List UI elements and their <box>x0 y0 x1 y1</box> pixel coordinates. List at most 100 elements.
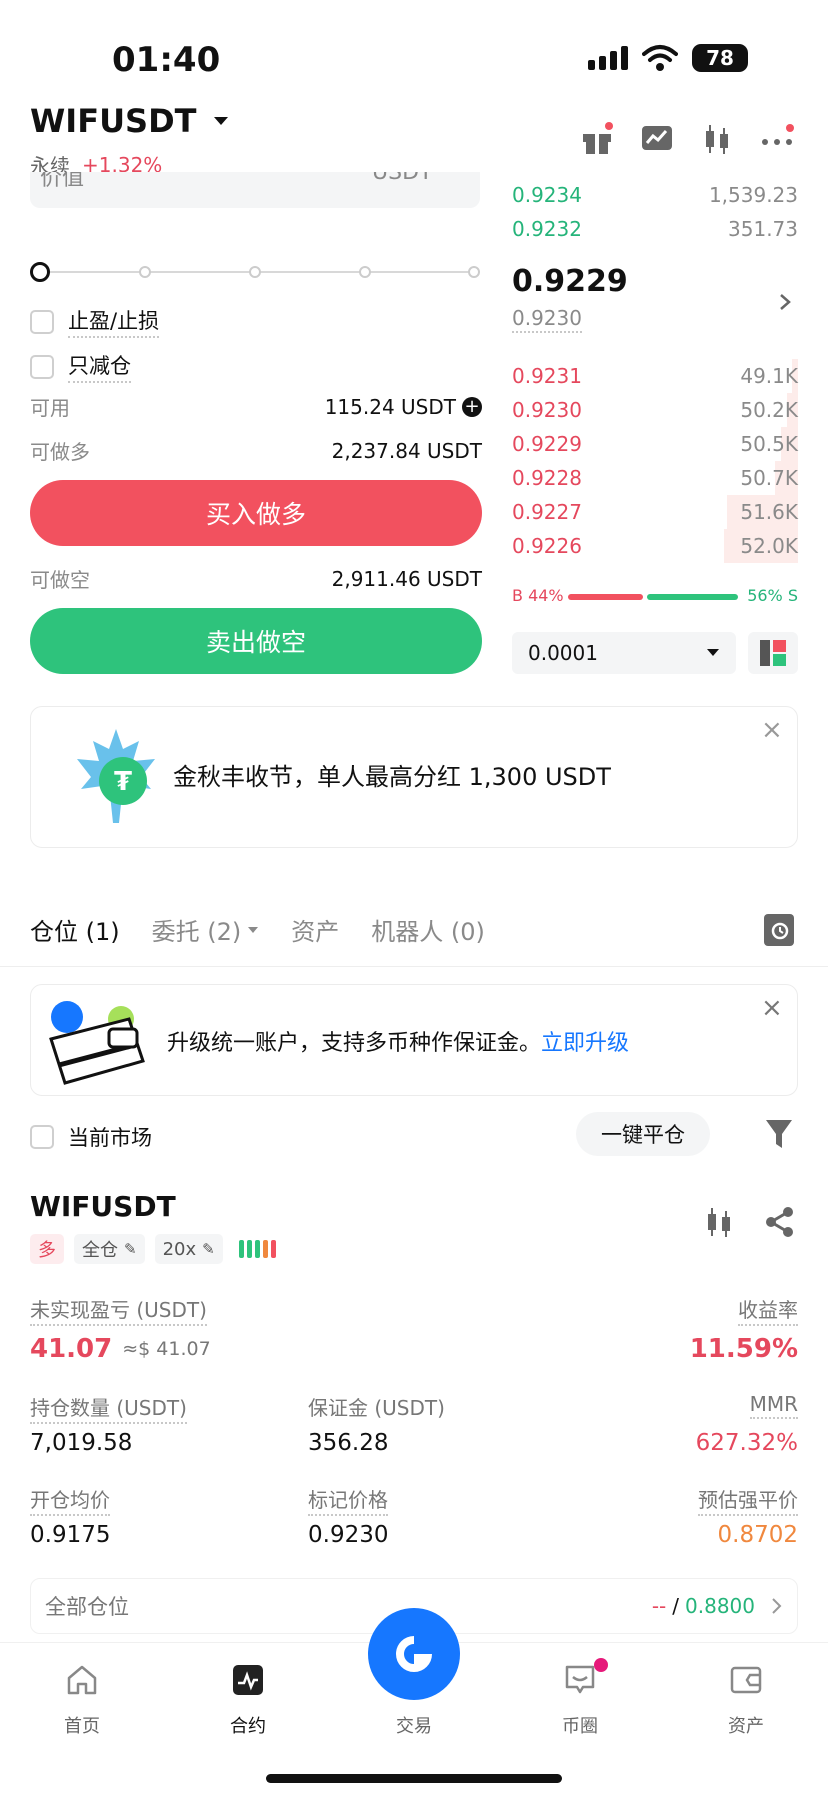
leverage-slider[interactable] <box>30 262 480 282</box>
close-all-label: 一键平仓 <box>601 1123 685 1147</box>
trade-icon <box>396 1636 432 1672</box>
bid-qty: 50.5K <box>740 432 798 456</box>
upgrade-link[interactable]: 立即升级 <box>541 1025 629 1057</box>
size-label: 持仓数量 (USDT) <box>30 1392 187 1424</box>
filter-icon[interactable] <box>764 1118 794 1150</box>
bid-row[interactable]: 0.9229 50.5K <box>512 427 798 461</box>
leverage-tag[interactable]: 20x ✎ <box>154 1234 223 1264</box>
ask-qty: 1,539.23 <box>708 183 798 207</box>
tp-sl-checkbox[interactable] <box>30 309 54 334</box>
chevron-right-icon[interactable] <box>778 292 792 312</box>
nav-home[interactable]: 首页 <box>32 1658 132 1738</box>
bid-qty: 50.7K <box>740 466 798 490</box>
can-short-row: 可做空 2,911.46 USDT <box>30 564 482 593</box>
bid-row[interactable]: 0.9230 50.2K <box>512 393 798 427</box>
promo-close-icon[interactable]: × <box>761 715 783 745</box>
margin-mode-tag[interactable]: 全仓 ✎ <box>74 1234 145 1264</box>
community-icon <box>565 1665 595 1694</box>
available-value: 115.24 USDT <box>324 394 456 419</box>
promo-banner[interactable]: ₮ 金秋丰收节，单人最高分红 1,300 USDT × <box>30 706 798 848</box>
unrealized-pnl: 41.07 ≈$ 41.07 <box>30 1334 211 1364</box>
tab-positions[interactable]: 仓位 (1) <box>30 912 120 947</box>
caret-down-icon <box>707 649 719 656</box>
reduce-only-checkbox[interactable] <box>30 354 54 379</box>
home-icon <box>67 1665 97 1695</box>
buy-long-button[interactable]: 买入做多 <box>30 480 482 546</box>
bid-qty: 49.1K <box>740 364 798 388</box>
close-all-button[interactable]: 一键平仓 <box>576 1112 710 1156</box>
bid-qty: 52.0K <box>740 534 798 558</box>
sl-value: 0.8800 <box>685 1594 755 1618</box>
available-label: 可用 <box>30 396 70 420</box>
gift-icon[interactable] <box>580 122 614 156</box>
mmr-label: MMR <box>749 1392 798 1419</box>
bid-row[interactable]: 0.9228 50.7K <box>512 461 798 495</box>
layout-icon <box>760 640 786 666</box>
upgrade-text: 升级统一账户，支持多币种作保证金。 <box>167 1031 542 1056</box>
bid-price: 0.9231 <box>512 364 582 388</box>
unrealized-pnl-label: 未实现盈亏 (USDT) <box>30 1294 207 1326</box>
mark-price-label: 标记价格 <box>308 1484 388 1516</box>
candlestick-icon[interactable] <box>704 1206 734 1238</box>
mmr-value: 627.32% <box>695 1430 798 1456</box>
notification-dot <box>594 1658 608 1672</box>
sell-short-label: 卖出做空 <box>205 628 306 657</box>
svg-text:₮: ₮ <box>114 767 132 797</box>
ask-row[interactable]: 0.9234 1,539.23 <box>512 178 798 212</box>
tab-assets[interactable]: 资产 <box>291 912 339 947</box>
bid-row[interactable]: 0.9226 52.0K <box>512 529 798 563</box>
precision-select[interactable]: 0.0001 <box>512 632 736 674</box>
bid-row[interactable]: 0.9231 49.1K <box>512 359 798 393</box>
symbol-selector[interactable]: WIFUSDT <box>30 102 230 140</box>
entry-label: 开仓均价 <box>30 1484 110 1516</box>
can-long-row: 可做多 2,237.84 USDT <box>30 436 482 465</box>
nav-assets[interactable]: 资产 <box>696 1658 796 1738</box>
wifi-icon <box>642 45 678 71</box>
risk-level-icon <box>238 1240 276 1258</box>
nav-trade-button[interactable] <box>368 1608 460 1700</box>
position-symbol[interactable]: WIFUSDT <box>30 1190 176 1223</box>
margin-mode-label: 全仓 <box>82 1240 118 1261</box>
current-market-checkbox[interactable] <box>30 1125 54 1149</box>
edit-icon: ✎ <box>124 1240 137 1258</box>
nav-community[interactable]: 币圈 <box>530 1658 630 1738</box>
tp-sl-option[interactable]: 止盈/止损 <box>30 305 160 338</box>
ask-price: 0.9234 <box>512 183 582 207</box>
candlestick-icon[interactable] <box>700 122 734 156</box>
margin-value: 356.28 <box>308 1430 389 1456</box>
chevron-right-icon <box>772 1598 782 1614</box>
nav-assets-label: 资产 <box>728 1716 764 1737</box>
nav-trade[interactable]: 交易 <box>364 1712 464 1738</box>
sell-short-button[interactable]: 卖出做空 <box>30 608 482 674</box>
price-input[interactable]: 价值 USDT <box>30 172 480 208</box>
bid-qty: 50.2K <box>740 398 798 422</box>
can-short-label: 可做空 <box>30 568 90 592</box>
roe-value: 11.59% <box>689 1334 798 1364</box>
tab-bots[interactable]: 机器人 (0) <box>371 912 485 947</box>
ratio-sell-fill <box>646 594 738 600</box>
nav-futures[interactable]: 合约 <box>198 1658 298 1738</box>
size-value: 7,019.58 <box>30 1430 133 1456</box>
signal-icon <box>588 46 628 70</box>
orderbook-layout-button[interactable] <box>748 632 798 674</box>
current-market-filter[interactable]: 当前市场 <box>30 1122 152 1152</box>
tab-orders[interactable]: 委托 (2) <box>152 912 260 947</box>
ask-row[interactable]: 0.9232 351.73 <box>512 212 798 246</box>
bid-price: 0.9226 <box>512 534 582 558</box>
ratio-buy-fill <box>568 594 643 600</box>
reduce-only-option[interactable]: 只减仓 <box>30 350 131 383</box>
bid-row[interactable]: 0.9227 51.6K <box>512 495 798 529</box>
nav-futures-label: 合约 <box>230 1716 266 1737</box>
liq-price-value: 0.8702 <box>717 1522 798 1548</box>
share-icon[interactable] <box>764 1206 796 1238</box>
bid-price: 0.9229 <box>512 432 582 456</box>
add-funds-icon[interactable]: + <box>462 396 482 417</box>
slider-handle[interactable] <box>30 262 50 282</box>
more-icon[interactable] <box>760 122 794 156</box>
upgrade-close-icon[interactable]: × <box>761 993 783 1023</box>
bid-price: 0.9227 <box>512 500 582 524</box>
chart-alert-icon[interactable] <box>640 122 674 156</box>
history-icon[interactable] <box>764 914 794 946</box>
buy-sell-ratio: B 44% 56% S <box>512 586 798 606</box>
upgrade-banner[interactable]: 升级统一账户，支持多币种作保证金。 立即升级 × <box>30 984 798 1096</box>
